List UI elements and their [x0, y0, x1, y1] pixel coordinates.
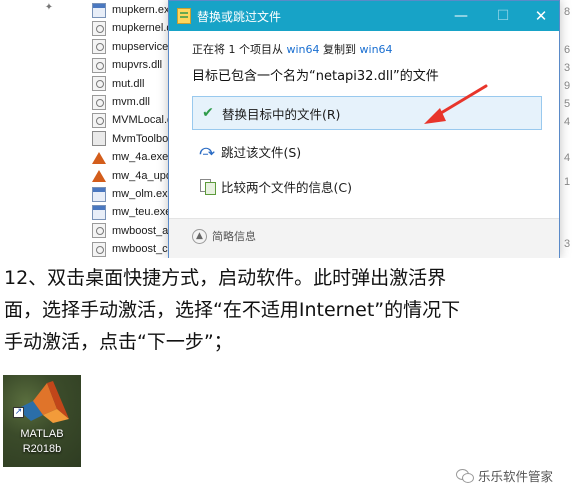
pin-icon[interactable]: ✦	[43, 2, 55, 14]
size-column-digit: 3	[564, 62, 571, 74]
matlab-desktop-shortcut[interactable]: ↗ MATLAB R2018b	[3, 375, 81, 467]
replace-or-skip-dialog: 替换或跳过文件 — ☐ ✕ 正在将 1 个项目从 win64 复制到 win64…	[168, 0, 560, 258]
watermark: 乐乐软件管家	[456, 466, 553, 485]
matlab-logo-icon	[17, 381, 69, 423]
gear-file-icon	[92, 112, 106, 128]
matlab-file-icon	[92, 150, 106, 165]
fewer-details-toggle[interactable]: ▲ 简略信息	[192, 228, 256, 244]
installer-screenshot: ✦ mupkern.exe mupkernel.dll mupservice.dll…	[0, 0, 581, 258]
file-name: mupvrs.dll	[112, 59, 163, 72]
check-icon: ✔	[202, 105, 214, 121]
dialog-footer: ▲ 简略信息	[169, 219, 559, 258]
progress-prefix: 正在将 1 个项目从	[192, 43, 287, 56]
article-paragraph: 12、双击桌面快捷方式，启动软件。此时弹出激活界 面，选择手动激活，选择“在不适…	[4, 262, 581, 358]
paragraph-line-1: 12、双击桌面快捷方式，启动软件。此时弹出激活界	[4, 267, 447, 289]
paragraph-line-3: 手动激活，点击“下一步”；	[4, 331, 233, 353]
size-column-digit: 6	[564, 44, 571, 56]
matlab-file-icon	[92, 168, 106, 183]
compare-files-label: 比较两个文件的信息(C)	[221, 179, 352, 195]
replace-file-label: 替换目标中的文件(R)	[222, 106, 341, 122]
progress-middle: 复制到	[319, 43, 360, 56]
file-name: mvm.dll	[112, 96, 150, 108]
skip-arrow-icon: ⤼	[199, 143, 215, 159]
toolbox-file-icon	[92, 131, 106, 147]
size-column-digit: 4	[564, 116, 571, 128]
destination-folder-link[interactable]: win64	[360, 43, 393, 56]
file-name: MvmToolbox	[112, 132, 174, 145]
gear-file-icon	[92, 76, 106, 92]
shortcut-arrow-icon: ↗	[13, 407, 24, 418]
file-name: mupkern.exe	[112, 4, 176, 16]
paragraph-line-2: 面，选择手动激活，选择“在不适用Internet”的情况下	[4, 299, 461, 321]
gear-file-icon	[92, 20, 106, 36]
gear-file-icon	[92, 94, 106, 110]
shortcut-label-line2: R2018b	[22, 443, 62, 455]
compare-files-option[interactable]: 比较两个文件的信息(C)	[192, 169, 542, 203]
source-folder-link[interactable]: win64	[287, 43, 320, 56]
gear-file-icon	[92, 241, 106, 257]
size-column-digit: 5	[564, 98, 571, 110]
close-icon[interactable]: ✕	[521, 1, 561, 31]
exe-file-icon	[92, 186, 106, 202]
size-column-digit: 8	[564, 6, 571, 18]
exe-file-icon	[92, 2, 106, 18]
size-column-digit: 3	[564, 238, 571, 250]
gear-file-icon	[92, 39, 106, 55]
exe-file-icon	[92, 204, 106, 220]
fewer-details-label: 简略信息	[212, 230, 256, 243]
conflict-headline: 目标已包含一个名为“netapi32.dll”的文件	[192, 69, 439, 84]
skip-file-option[interactable]: ⤼ 跳过该文件(S)	[192, 134, 542, 168]
file-name: mw_4a.exe	[112, 151, 169, 164]
watermark-text: 乐乐软件管家	[478, 469, 554, 484]
wechat-icon	[456, 468, 474, 483]
file-name: mut.dll	[112, 77, 145, 90]
chevron-up-icon: ▲	[192, 228, 207, 244]
dialog-titlebar[interactable]: 替换或跳过文件 — ☐ ✕	[169, 1, 559, 31]
replace-file-option[interactable]: ✔ 替换目标中的文件(R)	[192, 96, 542, 130]
compare-documents-icon	[199, 178, 216, 195]
maximize-icon[interactable]: ☐	[483, 1, 523, 31]
folder-copy-icon	[177, 8, 191, 24]
size-column-digit: 1	[564, 176, 571, 188]
navigation-pane: ✦	[0, 0, 80, 258]
shortcut-label-line1: MATLAB	[20, 428, 64, 440]
file-name: mw_teu.exe	[112, 206, 172, 219]
gear-file-icon	[92, 57, 106, 73]
dialog-title: 替换或跳过文件	[197, 10, 282, 24]
skip-file-label: 跳过该文件(S)	[221, 144, 302, 160]
copy-progress-text: 正在将 1 个项目从 win64 复制到 win64	[192, 41, 393, 57]
size-column-digit: 4	[564, 152, 571, 164]
gear-file-icon	[92, 223, 106, 239]
shortcut-label: MATLAB R2018b	[3, 427, 81, 457]
file-name: mw_olm.exe	[112, 188, 174, 200]
minimize-icon[interactable]: —	[441, 1, 481, 31]
size-column-digit: 9	[564, 80, 571, 92]
